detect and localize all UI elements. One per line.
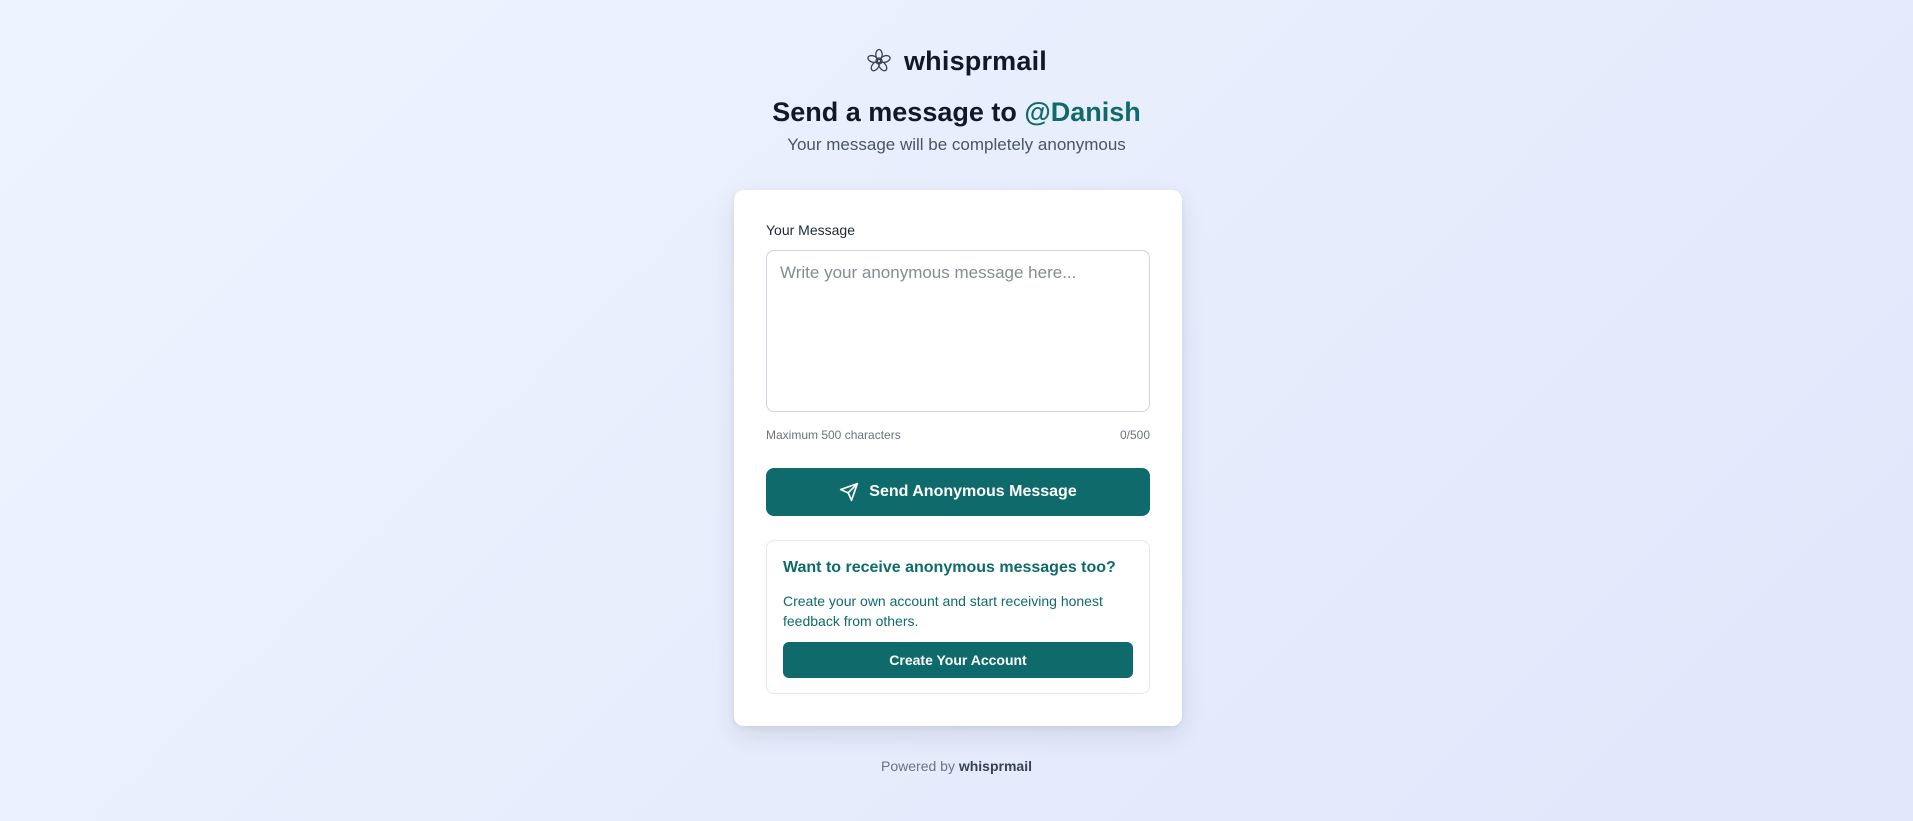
send-button-label: Send Anonymous Message (869, 483, 1077, 500)
recipient-handle: @Danish (1024, 97, 1141, 127)
create-account-button[interactable]: Create Your Account (783, 642, 1133, 678)
brand: whisprmail (866, 44, 1047, 78)
max-characters-hint: Maximum 500 characters (766, 428, 901, 442)
brand-name: whisprmail (903, 45, 1048, 76)
message-card: Your Message Maximum 500 characters 0/50… (734, 190, 1182, 726)
footer-brand-link[interactable]: whisprmail (959, 758, 1032, 774)
page-title: Send a message to @Danish (0, 95, 1913, 129)
signup-promo: Want to receive anonymous messages too? … (766, 540, 1150, 694)
character-counter: 0/500 (1119, 428, 1150, 442)
page-subtitle: Your message will be completely anonymou… (787, 135, 1126, 154)
message-label: Your Message (766, 222, 855, 238)
promo-text: Create your own account and start receiv… (783, 593, 1103, 629)
send-icon (839, 482, 859, 502)
promo-title: Want to receive anonymous messages too? (783, 559, 1116, 576)
footer-prefix: Powered by (881, 758, 955, 774)
flower-logo-icon (866, 48, 892, 74)
title-prefix: Send a message to (772, 97, 1017, 127)
message-textarea[interactable] (766, 250, 1150, 412)
send-message-button[interactable]: Send Anonymous Message (766, 468, 1150, 516)
page-header: whisprmail Send a message to @Danish You… (0, 44, 1913, 155)
footer: Powered by whisprmail (0, 758, 1913, 774)
